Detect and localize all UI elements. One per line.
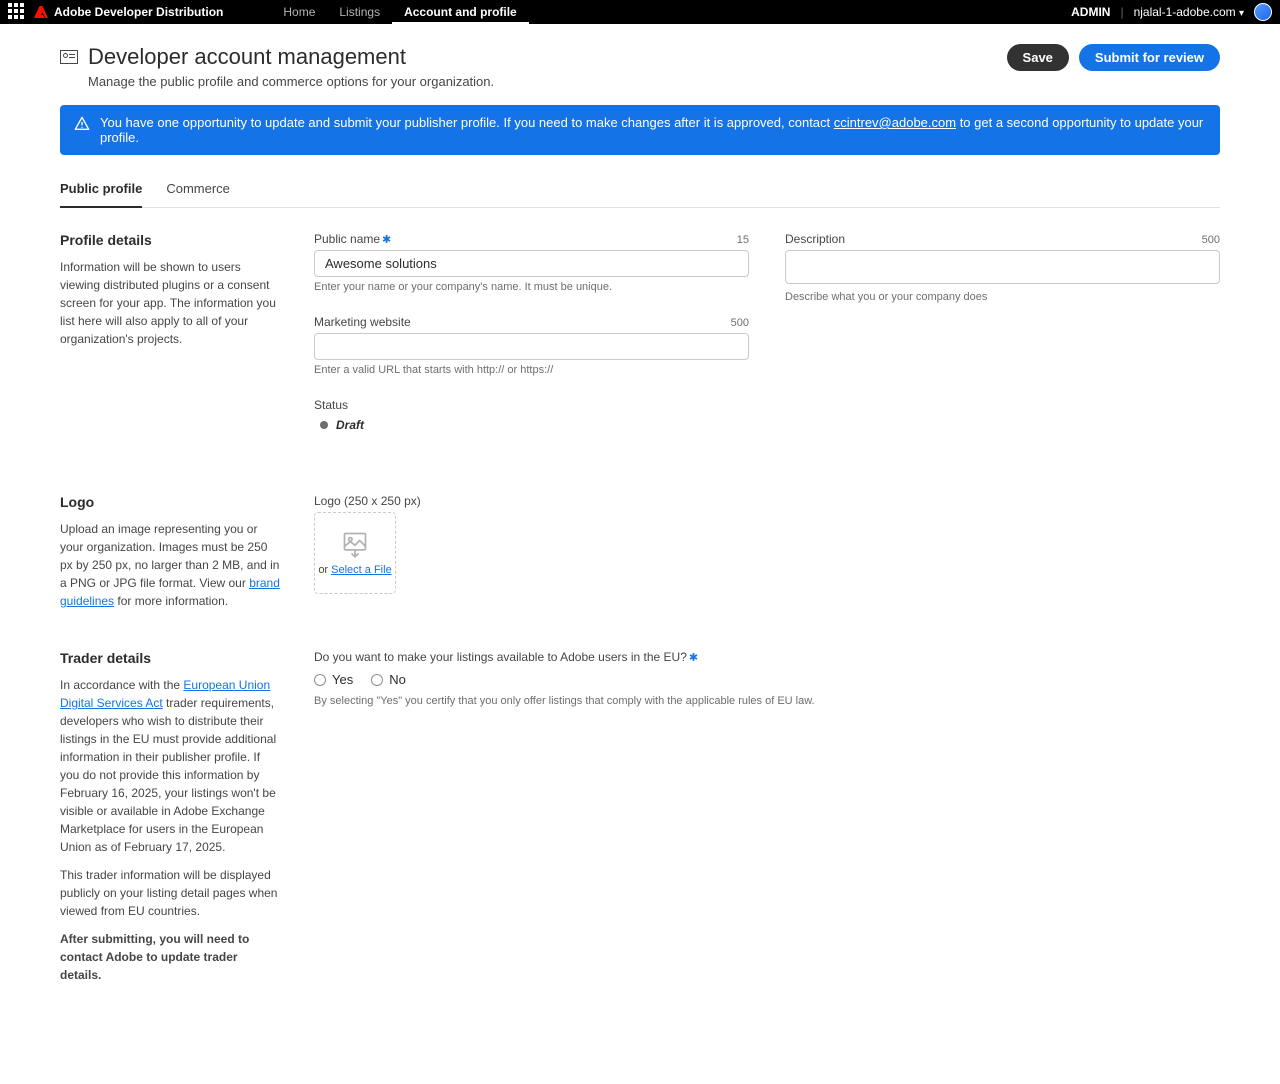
sub-tabs: Public profile Commerce <box>60 171 1220 208</box>
info-banner: You have one opportunity to update and s… <box>60 105 1220 155</box>
public-name-input[interactable] <box>314 250 749 277</box>
website-count: 500 <box>731 317 749 329</box>
radio-icon <box>314 674 326 686</box>
radio-icon <box>371 674 383 686</box>
role-label: ADMIN <box>1071 5 1110 19</box>
required-icon: ✱ <box>689 652 698 664</box>
eu-radio-group: Yes No <box>314 672 1220 687</box>
logo-desc: Upload an image representing you or your… <box>60 520 282 610</box>
save-button[interactable]: Save <box>1007 44 1069 71</box>
trader-p1: In accordance with the European Union Di… <box>60 676 282 856</box>
website-helper: Enter a valid URL that starts with http:… <box>314 364 749 376</box>
topbar-divider: | <box>1120 5 1123 19</box>
page-subtitle: Manage the public profile and commerce o… <box>88 74 494 89</box>
image-upload-icon <box>341 530 369 558</box>
description-count: 500 <box>1202 234 1220 246</box>
banner-email-link[interactable]: ccintrev@adobe.com <box>834 115 956 130</box>
required-icon: ✱ <box>382 234 391 246</box>
user-org-dropdown[interactable]: njalal-1-adobe.com ▾ <box>1134 5 1244 19</box>
nav-listings[interactable]: Listings <box>327 0 392 24</box>
topbar: Adobe Developer Distribution Home Listin… <box>0 0 1280 24</box>
select-file-link[interactable]: Select a File <box>331 564 392 576</box>
top-nav: Home Listings Account and profile <box>271 0 528 24</box>
public-name-helper: Enter your name or your company's name. … <box>314 281 749 293</box>
status-dot-icon <box>320 421 328 429</box>
logo-title: Logo <box>60 494 282 510</box>
profile-title: Profile details <box>60 232 282 248</box>
submit-review-button[interactable]: Submit for review <box>1079 44 1220 71</box>
description-helper: Describe what you or your company does <box>785 291 1220 303</box>
brand-name: Adobe Developer Distribution <box>54 5 223 19</box>
page-header: Developer account management Manage the … <box>60 44 1220 89</box>
upload-text: or Select a File <box>318 564 391 576</box>
description-input[interactable] <box>785 250 1220 284</box>
eu-note: By selecting "Yes" you certify that you … <box>314 695 1220 707</box>
apps-grid-icon[interactable] <box>8 3 26 21</box>
description-label: Description <box>785 232 845 246</box>
status-value: Draft <box>336 418 364 432</box>
profile-desc: Information will be shown to users viewi… <box>60 258 282 348</box>
status-label: Status <box>314 398 749 412</box>
public-name-count: 15 <box>737 234 749 246</box>
public-name-label: Public name✱ <box>314 232 391 246</box>
nav-account-profile[interactable]: Account and profile <box>392 0 529 24</box>
avatar[interactable] <box>1254 3 1272 21</box>
topbar-right: ADMIN | njalal-1-adobe.com ▾ <box>1071 3 1272 21</box>
section-trader-details: Trader details In accordance with the Eu… <box>60 650 1220 984</box>
account-card-icon <box>60 50 78 64</box>
nav-home[interactable]: Home <box>271 0 327 24</box>
tab-public-profile[interactable]: Public profile <box>60 171 142 208</box>
trader-p2: This trader information will be displaye… <box>60 866 282 920</box>
eu-radio-no[interactable]: No <box>371 672 406 687</box>
section-logo: Logo Upload an image representing you or… <box>60 494 1220 610</box>
trader-p3: After submitting, you will need to conta… <box>60 930 282 984</box>
banner-text: You have one opportunity to update and s… <box>100 115 1206 145</box>
logo-upload-dropzone[interactable]: or Select a File <box>314 512 396 594</box>
eu-radio-yes[interactable]: Yes <box>314 672 353 687</box>
website-label: Marketing website <box>314 315 411 329</box>
section-profile-details: Profile details Information will be show… <box>60 232 1220 454</box>
adobe-logo-icon <box>34 6 48 18</box>
chevron-down-icon: ▾ <box>1239 8 1244 19</box>
page-title: Developer account management <box>88 44 494 70</box>
trader-title: Trader details <box>60 650 282 666</box>
warning-icon <box>74 116 90 132</box>
website-input[interactable] <box>314 333 749 360</box>
logo-box-label: Logo (250 x 250 px) <box>314 494 774 508</box>
eu-question-label: Do you want to make your listings availa… <box>314 650 1220 664</box>
tab-commerce[interactable]: Commerce <box>166 171 230 207</box>
